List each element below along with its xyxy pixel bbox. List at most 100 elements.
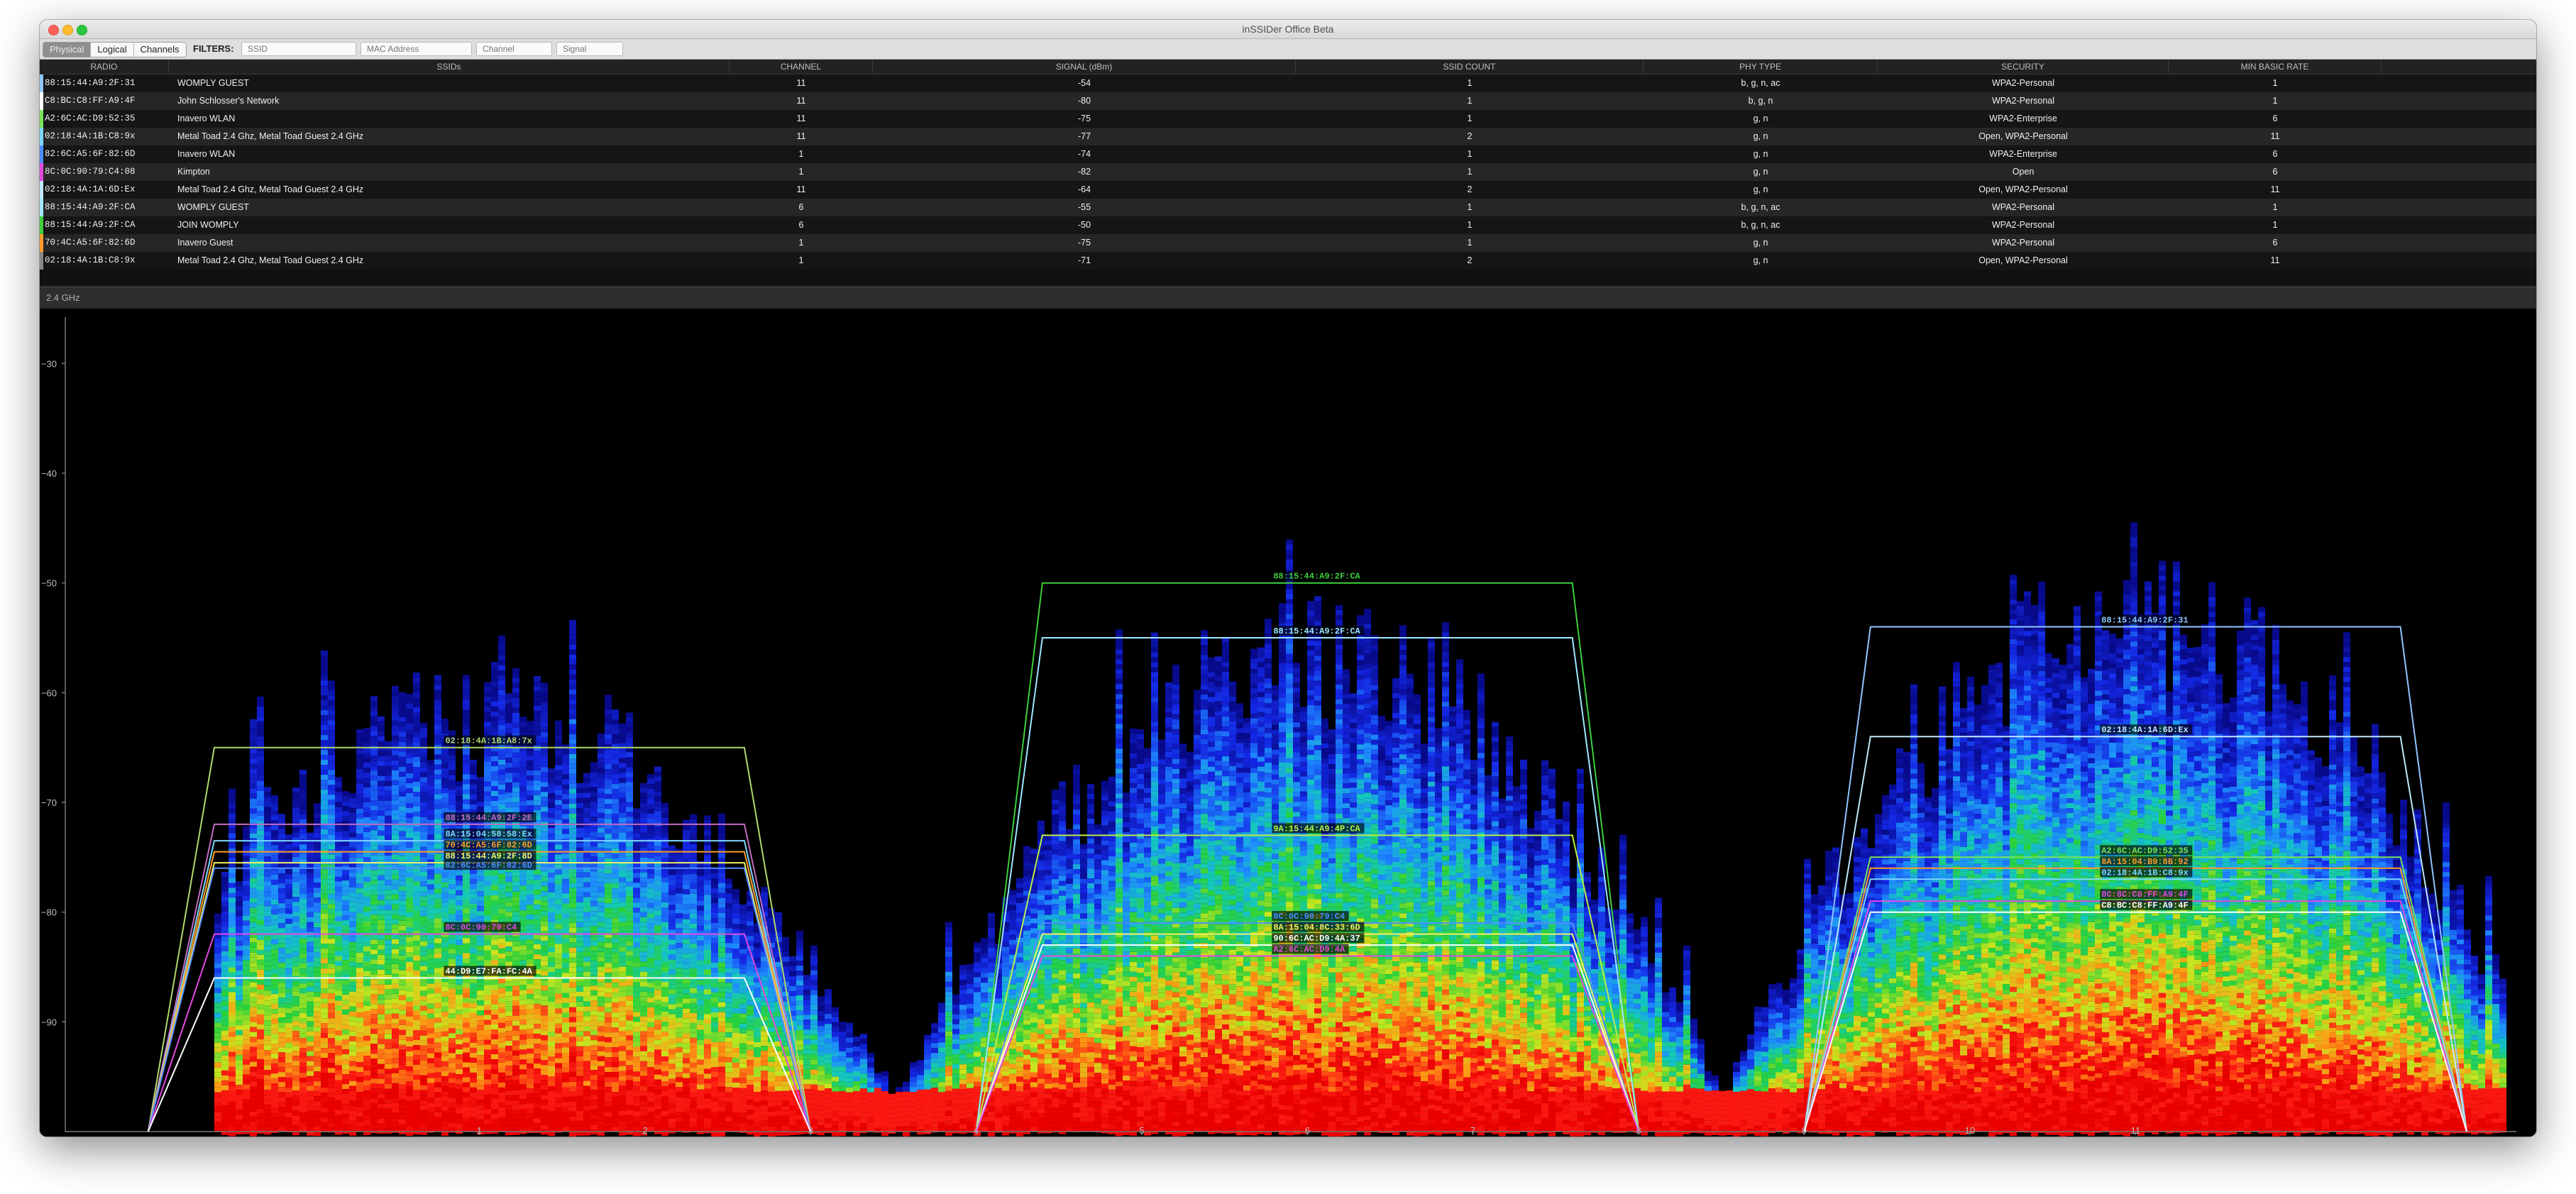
column-header-radio[interactable]: RADIO <box>40 60 169 74</box>
spectrum-cell <box>307 936 314 942</box>
spectrum-cell <box>243 1005 250 1010</box>
spectrum-cell <box>292 927 299 932</box>
table-row[interactable]: 02:18:4A:1B:C8:9x Metal Toad 2.4 Ghz, Met… <box>40 128 2536 145</box>
spectrum-cell <box>484 1005 491 1010</box>
spectrum-cell <box>541 971 548 976</box>
spectrum-cell <box>555 800 562 805</box>
spectrum-cell <box>278 923 285 929</box>
tab-channels[interactable]: Channels <box>133 43 186 57</box>
spectrum-cell <box>413 682 420 687</box>
spectrum-cell <box>441 1031 448 1037</box>
table-row[interactable]: 02:18:4A:1A:6D:Ex Metal Toad 2.4 Ghz, Met… <box>40 181 2536 199</box>
spectrum-cell <box>264 990 271 996</box>
spectrum-cell <box>576 1071 583 1076</box>
spectrum-cell <box>527 785 534 791</box>
spectrum-cell <box>541 682 548 688</box>
spectrum-cell <box>271 810 278 816</box>
mac-address-filter-input[interactable] <box>360 42 472 56</box>
spectrum-cell <box>612 1107 619 1112</box>
spectrum-cell <box>349 966 356 972</box>
spectrum-cell <box>370 775 378 781</box>
spectrum-cell <box>534 1019 541 1024</box>
spectrum-cell <box>363 763 370 768</box>
column-header-ssids[interactable]: SSIDs <box>169 60 730 74</box>
spectrum-cell <box>413 871 420 876</box>
cell-ssids: John Schlosser's Network <box>177 92 738 110</box>
spectrum-cell <box>328 978 335 984</box>
spectrum-cell <box>264 1100 271 1105</box>
table-row[interactable]: 82:6C:A5:6F:82:6D Inavero WLAN 1 -74 1 g, n WP… <box>40 145 2536 163</box>
spectrum-cell <box>399 985 406 990</box>
spectrum-cell <box>342 920 349 926</box>
spectrum-cell <box>527 1093 534 1099</box>
column-header-signal[interactable]: SIGNAL (dBm) <box>873 60 1296 74</box>
spectrum-cell <box>349 1011 356 1017</box>
table-row[interactable]: 8C:0C:90:79:C4:08 Kimpton 1 -82 1 g, n Open 6 <box>40 163 2536 181</box>
band-header[interactable]: 2.4 GHz <box>40 287 2536 309</box>
table-row[interactable]: 70:4C:A5:6F:82:6D Inavero Guest 1 -75 1 g, nW… <box>40 234 2536 252</box>
spectrum-cell <box>243 1039 250 1045</box>
spectrum-cell <box>271 1078 278 1084</box>
spectrum-cell <box>328 1048 335 1054</box>
tab-logical[interactable]: Logical <box>91 43 134 57</box>
ssid-filter-input[interactable] <box>241 42 356 56</box>
spectrum-cell <box>647 829 654 834</box>
spectrum-cell <box>370 761 378 766</box>
column-header-min-basic-rate[interactable]: MIN BASIC RATE <box>2169 60 2382 74</box>
spectrum-cell <box>498 1022 505 1028</box>
spectrum-cell <box>612 1062 619 1068</box>
spectrum-cell <box>491 682 498 687</box>
spectrum-cell <box>569 634 576 640</box>
tab-physical[interactable]: Physical <box>43 43 92 57</box>
spectrum-cell <box>647 809 654 814</box>
spectrum-cell <box>612 1057 619 1063</box>
spectrum-cell <box>598 907 605 912</box>
spectrum-cell <box>548 1121 555 1126</box>
table-row[interactable]: C8:BC:C8:FF:A9:4F John Schlosser's Networ… <box>40 92 2536 110</box>
spectrum-cell <box>498 695 505 700</box>
column-header-phy-type[interactable]: PHY TYPE <box>1644 60 1878 74</box>
spectrum-cell <box>512 886 519 892</box>
spectrum-cell <box>519 722 527 727</box>
spectrum-cell <box>498 1032 505 1038</box>
spectrum-cell <box>321 725 328 731</box>
table-row[interactable]: 88:15:44:A9:2F:CA JOIN WOMPLY 6 -50 1 b, g, n… <box>40 216 2536 234</box>
spectrum-cell <box>264 871 271 877</box>
spectrum-cell <box>534 979 541 985</box>
spectrum-cell <box>590 1045 598 1051</box>
spectrum-cell <box>548 1056 555 1061</box>
spectrum-cell <box>569 1066 576 1072</box>
spectrum-cell <box>307 1076 314 1081</box>
spectrum-cell <box>399 717 406 722</box>
cell-phy: g, n <box>1644 252 1878 270</box>
spectrum-cell <box>626 1080 633 1085</box>
spectrum-cell <box>385 790 392 796</box>
column-header-channel[interactable]: CHANNEL <box>730 60 873 74</box>
table-row[interactable]: 88:15:44:A9:2F:31 WOMPLY GUEST 11 -54 1 b, g,… <box>40 74 2536 92</box>
spectrum-cell <box>612 834 619 839</box>
spectrum-cell <box>363 907 370 912</box>
column-header-ssid-count[interactable]: SSID COUNT <box>1296 60 1644 74</box>
spectrum-cell <box>406 734 413 739</box>
channel-filter-input[interactable] <box>476 42 552 56</box>
table-row[interactable]: 88:15:44:A9:2F:CA WOMPLY GUEST 6 -55 1 b, g, … <box>40 199 2536 216</box>
spectrum-cell <box>626 896 633 902</box>
spectrum-cell <box>307 1011 314 1017</box>
spectrum-cell <box>647 774 654 780</box>
spectrum-cell <box>221 1035 229 1041</box>
spectrum-cell <box>420 1060 427 1066</box>
spectrum-cell <box>534 751 541 756</box>
spectrum-cell <box>299 983 307 989</box>
spectrum-cell <box>257 1078 264 1084</box>
spectrum-cell <box>470 1122 477 1127</box>
spectrum-cell <box>292 817 299 823</box>
spectrum-cell <box>612 908 619 914</box>
signal-filter-input[interactable] <box>556 42 623 56</box>
table-row[interactable]: A2:6C:AC:D9:52:35 Inavero WLAN 11 -75 1 g, nW… <box>40 110 2536 128</box>
spectrum-cell <box>626 980 633 986</box>
table-row[interactable]: 02:18:4A:1B:C8:9x Metal Toad 2.4 Ghz, Met… <box>40 252 2536 270</box>
spectrum-cell <box>434 779 441 785</box>
spectrum-cell <box>392 949 399 954</box>
column-header-security[interactable]: SECURITY <box>1878 60 2169 74</box>
spectrum-cell <box>512 772 519 778</box>
